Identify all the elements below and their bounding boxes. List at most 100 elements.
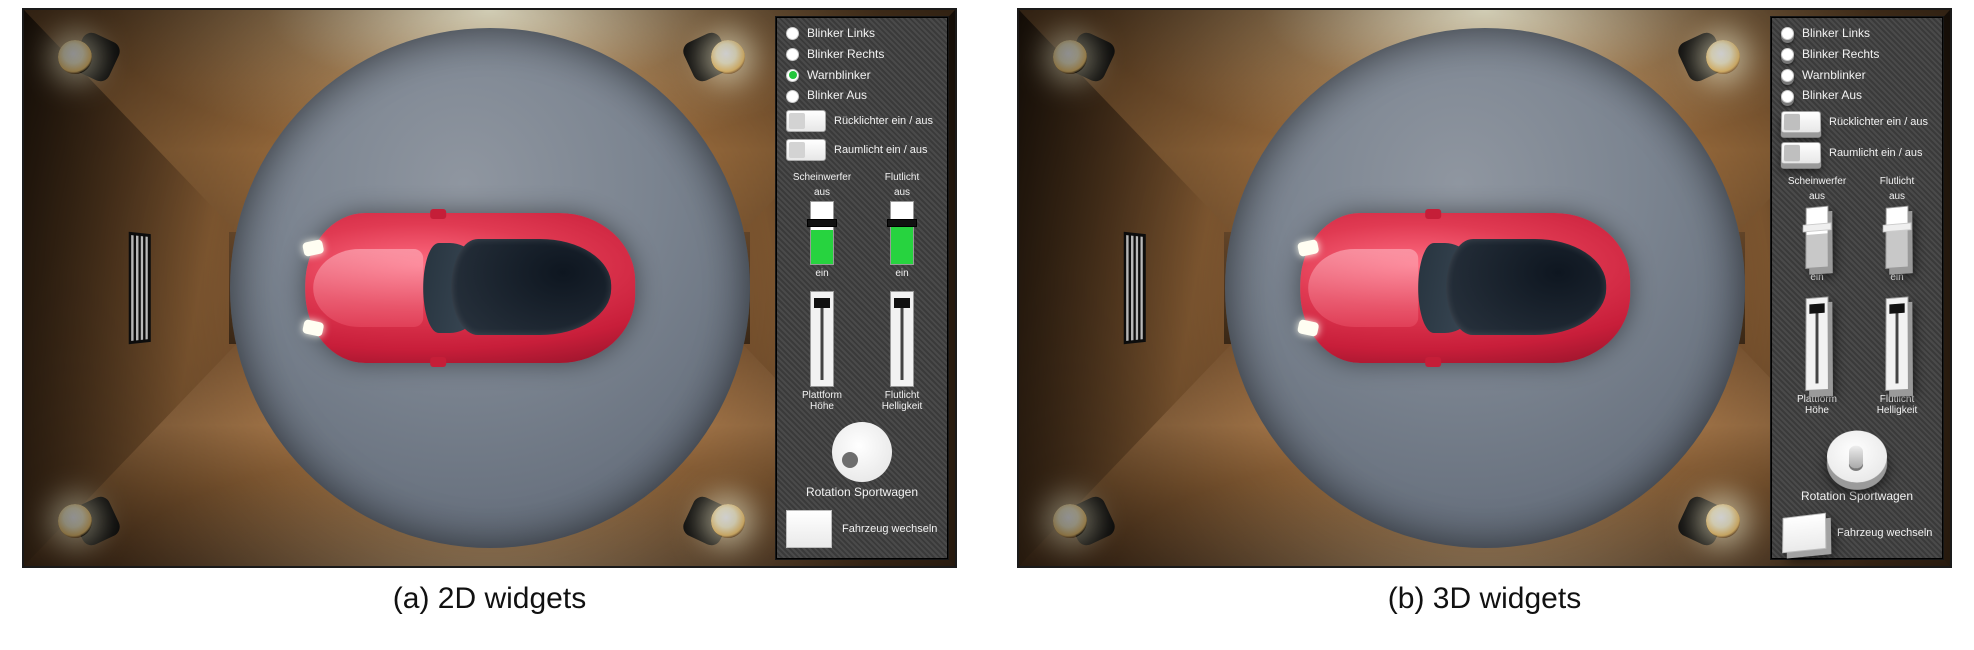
subfigure-a: Blinker Links Blinker Rechts Warnblinker Bl…	[22, 8, 957, 616]
toggle-label: Raumlicht ein / aus	[834, 144, 928, 157]
slider-headlights[interactable]: Scheinwerfer aus ein	[1786, 176, 1848, 284]
toggle-label: Rücklichter ein / aus	[1829, 116, 1928, 129]
radio-label: Blinker Rechts	[1802, 48, 1879, 62]
slider-label: Scheinwerfer	[793, 172, 851, 184]
vertical-slider-icon[interactable]	[890, 201, 914, 265]
scene-a: Blinker Links Blinker Rechts Warnblinker Bl…	[22, 8, 957, 568]
vertical-slider-icon[interactable]	[810, 201, 834, 265]
softbox-left	[1124, 232, 1146, 344]
mirror-icon	[1425, 357, 1441, 367]
onoff-slider-group: Scheinwerfer aus ein Flutlicht aus ein	[786, 172, 938, 280]
mirror-icon	[430, 357, 446, 367]
slider-label: Plattform Höhe	[1786, 394, 1848, 417]
slider-on-label: ein	[1890, 272, 1903, 284]
vertical-slider-icon[interactable]	[1885, 206, 1908, 269]
vertical-slider-icon[interactable]	[1885, 296, 1909, 391]
radio-blinker-rechts[interactable]: Blinker Rechts	[786, 48, 938, 62]
button-label: Fahrzeug wechseln	[842, 523, 937, 536]
button-icon[interactable]	[786, 510, 832, 548]
slider-label: Plattform Höhe	[791, 390, 853, 413]
headlight-icon	[301, 319, 323, 337]
value-slider-group: Plattform Höhe Flutlicht Helligkeit	[1781, 295, 1933, 417]
slider-label: Flutlicht	[885, 172, 919, 184]
radio-blinker-rechts[interactable]: Blinker Rechts	[1781, 48, 1933, 62]
toggle-switch-icon[interactable]	[1781, 142, 1821, 164]
slider-headlights[interactable]: Scheinwerfer aus ein	[791, 172, 853, 280]
slider-platform-height[interactable]: Plattform Höhe	[1786, 295, 1848, 417]
headlight-icon	[1296, 319, 1318, 337]
radio-label: Blinker Links	[807, 27, 875, 41]
vertical-slider-icon[interactable]	[810, 291, 834, 387]
radio-dot-icon[interactable]	[786, 27, 799, 40]
vertical-slider-icon[interactable]	[890, 291, 914, 387]
caption-a: (a) 2D widgets	[393, 582, 586, 616]
subfigure-b: Blinker Links Blinker Rechts Warnblinker Bl…	[1017, 8, 1952, 616]
radio-blinker-aus[interactable]: Blinker Aus	[1781, 89, 1933, 103]
car-roof	[451, 239, 611, 335]
softbox-left	[129, 232, 151, 344]
slider-off-label: aus	[894, 187, 910, 199]
change-vehicle-button[interactable]: Fahrzeug wechseln	[786, 510, 938, 548]
vertical-slider-icon[interactable]	[1805, 206, 1828, 269]
vertical-slider-icon[interactable]	[1805, 296, 1829, 391]
toggle-switch-icon[interactable]	[1781, 111, 1821, 133]
car-sportscar	[305, 213, 635, 363]
dial-icon[interactable]	[832, 422, 892, 482]
radio-label: Warnblinker	[1802, 69, 1866, 83]
car-roof	[1446, 239, 1606, 335]
button-icon[interactable]	[1782, 513, 1826, 554]
toggle-label: Rücklichter ein / aus	[834, 115, 933, 128]
slider-label: Flutlicht Helligkeit	[1866, 394, 1928, 417]
rotation-dial[interactable]: Rotation Sportwagen	[786, 422, 938, 500]
slider-off-label: aus	[814, 187, 830, 199]
toggle-roomlight[interactable]: Raumlicht ein / aus	[786, 139, 938, 161]
slider-platform-height[interactable]: Plattform Höhe	[791, 291, 853, 413]
radio-label: Blinker Links	[1802, 27, 1870, 41]
toggle-roomlight[interactable]: Raumlicht ein / aus	[1781, 141, 1933, 165]
slider-label: Flutlicht Helligkeit	[871, 390, 933, 413]
rotation-dial[interactable]: Rotation Sportwagen	[1781, 426, 1933, 504]
car-hood	[313, 249, 423, 327]
radio-dot-icon[interactable]	[786, 90, 799, 103]
change-vehicle-button[interactable]: Fahrzeug wechseln	[1781, 514, 1933, 552]
figure-row: Blinker Links Blinker Rechts Warnblinker Bl…	[0, 0, 1974, 616]
onoff-slider-group: Scheinwerfer aus ein Flutlicht aus ein	[1781, 176, 1933, 284]
toggle-label: Raumlicht ein / aus	[1829, 147, 1923, 160]
radio-label: Blinker Rechts	[807, 48, 884, 62]
slider-label: Flutlicht	[1880, 176, 1914, 188]
slider-floodlight[interactable]: Flutlicht aus ein	[871, 172, 933, 280]
radio-blinker-links[interactable]: Blinker Links	[786, 27, 938, 41]
slider-on-label: ein	[815, 268, 828, 280]
caption-b: (b) 3D widgets	[1388, 582, 1581, 616]
car-hood	[1308, 249, 1418, 327]
toggle-taillights[interactable]: Rücklichter ein / aus	[1781, 110, 1933, 134]
radio-warnblinker[interactable]: Warnblinker	[1781, 69, 1933, 83]
car-sportscar	[1300, 213, 1630, 363]
dial-label: Rotation Sportwagen	[806, 486, 918, 500]
radio-dot-icon[interactable]	[1781, 27, 1794, 40]
control-panel-2d: Blinker Links Blinker Rechts Warnblinker Bl…	[775, 16, 949, 560]
radio-label: Blinker Aus	[807, 89, 867, 103]
value-slider-group: Plattform Höhe Flutlicht Helligkeit	[786, 291, 938, 413]
radio-dot-icon[interactable]	[1781, 48, 1794, 61]
radio-blinker-links[interactable]: Blinker Links	[1781, 27, 1933, 41]
slider-floodlight[interactable]: Flutlicht aus ein	[1866, 176, 1928, 284]
radio-dot-icon[interactable]	[786, 48, 799, 61]
radio-label: Blinker Aus	[1802, 89, 1862, 103]
radio-blinker-aus[interactable]: Blinker Aus	[786, 89, 938, 103]
slider-flood-brightness[interactable]: Flutlicht Helligkeit	[871, 291, 933, 413]
radio-dot-icon[interactable]	[1781, 69, 1794, 82]
mirror-icon	[430, 209, 446, 219]
slider-flood-brightness[interactable]: Flutlicht Helligkeit	[1866, 295, 1928, 417]
radio-warnblinker[interactable]: Warnblinker	[786, 69, 938, 83]
toggle-switch-icon[interactable]	[786, 110, 826, 132]
radio-dot-icon[interactable]	[1781, 90, 1794, 103]
slider-off-label: aus	[1889, 191, 1905, 203]
control-panel-3d: Blinker Links Blinker Rechts Warnblinker Bl…	[1770, 16, 1944, 560]
toggle-switch-icon[interactable]	[786, 139, 826, 161]
dial-icon[interactable]	[1826, 430, 1887, 482]
toggle-taillights[interactable]: Rücklichter ein / aus	[786, 110, 938, 132]
button-label: Fahrzeug wechseln	[1837, 527, 1932, 540]
slider-off-label: aus	[1809, 191, 1825, 203]
radio-dot-icon[interactable]	[786, 69, 799, 82]
